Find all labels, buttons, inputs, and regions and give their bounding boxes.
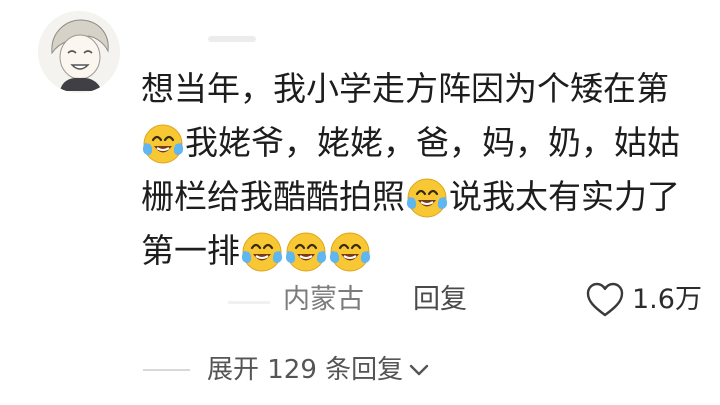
- heart-outline-icon: [586, 282, 624, 317]
- comment-text-segment: 想当年，我小学走方阵因为个矮在第: [141, 69, 669, 108]
- comment-line: 栅栏给我酷酷拍照 说我太有实力了: [141, 170, 720, 224]
- comment-line: 想当年，我小学走方阵因为个矮在第: [141, 62, 720, 116]
- crying-laughing-emoji: [328, 229, 372, 273]
- comment-line: 我姥爷，姥姥，爸，妈，奶，姑姑: [141, 116, 720, 170]
- divider: [143, 369, 190, 371]
- comment-screen: 想当年，我小学走方阵因为个矮在第我姥爷，姥姥，爸，妈，奶，姑姑栅栏给我酷酷拍照 说…: [0, 0, 720, 405]
- comment-text-segment: 我姥爷，姥姥，爸，妈，奶，姑姑: [185, 123, 680, 162]
- comment-footer: 内蒙古 回复 1.6万: [0, 280, 720, 320]
- avatar[interactable]: [38, 11, 120, 93]
- crying-laughing-emoji: [141, 121, 185, 165]
- crying-laughing-emoji: [240, 229, 284, 273]
- divider: [228, 301, 270, 304]
- anime-avatar-icon: [38, 11, 120, 93]
- like-button[interactable]: 1.6万: [586, 280, 702, 320]
- comment-text-segment: 栅栏给我酷酷拍照: [141, 177, 405, 216]
- crying-laughing-emoji: [284, 229, 328, 273]
- username-placeholder: [208, 36, 256, 42]
- reply-button[interactable]: 回复: [413, 280, 467, 320]
- expand-replies-row: 展开 129 条回复: [0, 349, 720, 391]
- comment-text-segment: 第一排: [141, 231, 240, 270]
- expand-replies-button[interactable]: 展开 129 条回复: [207, 349, 431, 391]
- like-count: 1.6万: [632, 284, 702, 315]
- comment-line: 第一排: [141, 224, 720, 278]
- location-label: 内蒙古: [283, 284, 364, 315]
- expand-replies-label: 展开 129 条回复: [207, 355, 404, 385]
- crying-laughing-emoji: [405, 175, 449, 219]
- comment-text: 想当年，我小学走方阵因为个矮在第我姥爷，姥姥，爸，妈，奶，姑姑栅栏给我酷酷拍照 说…: [141, 62, 720, 278]
- chevron-down-icon: [407, 358, 431, 382]
- comment-text-segment: 说我太有实力了: [449, 177, 680, 216]
